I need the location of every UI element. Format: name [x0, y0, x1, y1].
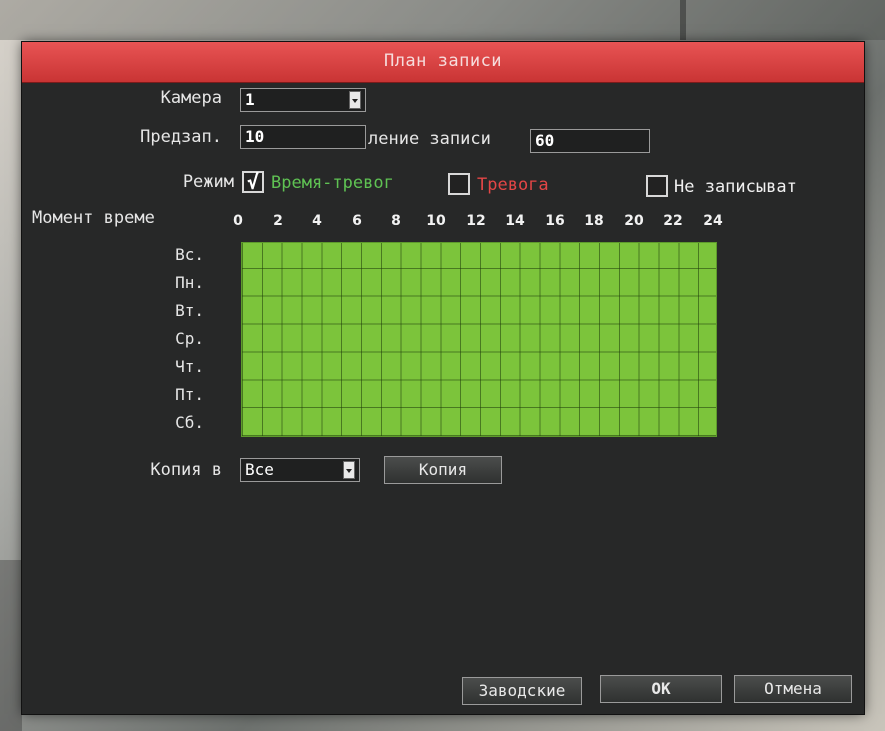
hour-label: 18 [584, 213, 604, 229]
hour-label: 16 [545, 213, 565, 229]
camera-value: 1 [245, 90, 255, 109]
hour-label: 14 [505, 213, 525, 229]
chevron-down-icon[interactable] [349, 91, 361, 109]
copy-to-select[interactable]: Все [240, 458, 360, 482]
mode-alarm-label: Тревога [477, 175, 549, 195]
hour-label: 24 [703, 213, 723, 229]
hour-label: 10 [426, 213, 446, 229]
hour-label: 22 [663, 213, 683, 229]
chevron-down-icon[interactable] [343, 461, 355, 479]
dialog-title: План записи [383, 51, 503, 71]
duration-value: 60 [535, 131, 555, 150]
mode-no-record-label: Не записыват [674, 177, 797, 197]
prerecord-label: Предзап. [140, 127, 222, 147]
schedule-grid[interactable] [241, 242, 717, 437]
day-label: Вт. [175, 301, 204, 320]
hour-label: 20 [624, 213, 644, 229]
hour-label: 8 [391, 213, 401, 229]
hour-label: 0 [233, 213, 243, 229]
copy-button[interactable]: Копия [384, 456, 502, 484]
hour-label: 6 [352, 213, 362, 229]
mode-alarm-checkbox[interactable] [448, 173, 470, 195]
camera-select[interactable]: 1 [240, 88, 366, 112]
ok-button[interactable]: OK [600, 675, 722, 703]
duration-label: ление записи [368, 129, 491, 149]
title-bar: План записи [22, 42, 864, 83]
mode-no-record-checkbox[interactable] [646, 175, 668, 197]
mode-timed-alarm-label: Время-тревог [271, 173, 394, 193]
copy-to-label: Копия в [150, 460, 222, 480]
check-mark-icon: √ [246, 170, 260, 194]
day-label: Чт. [175, 357, 204, 376]
camera-label: Камера [160, 88, 222, 108]
prerecord-value: 10 [245, 127, 265, 146]
duration-input[interactable]: 60 [530, 129, 650, 153]
hour-label: 4 [312, 213, 322, 229]
defaults-button[interactable]: Заводские [462, 677, 582, 705]
hour-label: 12 [466, 213, 486, 229]
mode-label: Режим [182, 172, 234, 192]
prerecord-input[interactable]: 10 [240, 125, 366, 149]
time-label: Момент време [32, 208, 155, 228]
day-label: Вс. [175, 245, 204, 264]
hour-label: 2 [273, 213, 283, 229]
day-label: Ср. [175, 329, 204, 348]
mode-timed-alarm-checkbox[interactable]: √ [242, 171, 264, 193]
copy-to-value: Все [245, 460, 274, 479]
day-label: Пн. [175, 273, 204, 292]
day-label: Сб. [175, 413, 204, 432]
cancel-button[interactable]: Отмена [734, 675, 852, 703]
record-schedule-dialog: План записи Камера 1 Предзап. 10 ление з… [22, 42, 864, 714]
day-label: Пт. [175, 385, 204, 404]
